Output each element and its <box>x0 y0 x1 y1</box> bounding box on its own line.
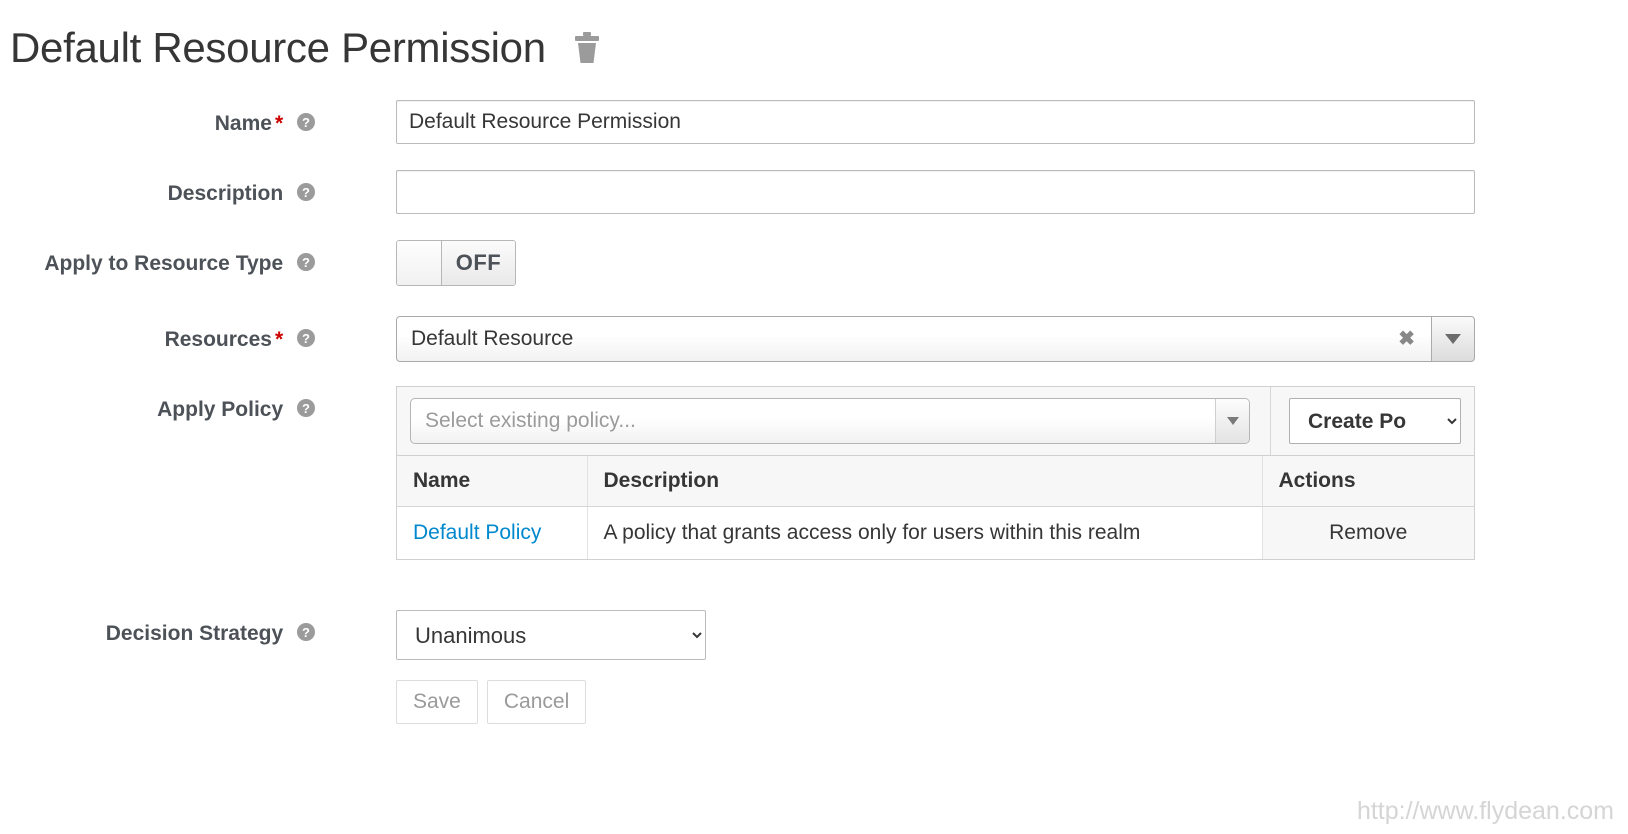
resources-select[interactable]: Default Resource ✖ <box>396 316 1475 362</box>
name-input[interactable] <box>396 100 1475 144</box>
cell-policy-description: A policy that grants access only for use… <box>587 507 1262 560</box>
required-asterisk: * <box>275 112 283 135</box>
svg-text:?: ? <box>302 185 310 200</box>
existing-policy-select[interactable]: Select existing policy... <box>410 398 1250 444</box>
label-resources-text: Resources <box>165 328 272 351</box>
label-apply-policy: Apply Policy ? <box>0 386 330 422</box>
form-actions: Save Cancel <box>0 680 1628 724</box>
resources-select-choice[interactable]: Default Resource ✖ <box>396 316 1431 362</box>
svg-text:?: ? <box>302 401 310 416</box>
form-row-resources: Resources* ? Default Resource ✖ <box>0 316 1628 362</box>
apply-resource-type-toggle[interactable]: OFF <box>396 240 516 286</box>
label-apply-resource-type-text: Apply to Resource Type <box>44 252 283 275</box>
watermark: http://www.flydean.com <box>1357 797 1614 826</box>
existing-policy-placeholder: Select existing policy... <box>425 409 1215 433</box>
form-row-apply-policy: Apply Policy ? Select existing policy...… <box>0 386 1628 560</box>
field-resources: Default Resource ✖ <box>330 316 1628 362</box>
toggle-state-label: OFF <box>442 241 515 285</box>
form-row-name: Name* ? <box>0 100 1628 144</box>
form-row-description: Description ? <box>0 170 1628 214</box>
help-circle-icon[interactable]: ? <box>296 622 316 646</box>
remove-policy-button[interactable]: Remove <box>1262 507 1474 560</box>
toolbar-divider <box>1270 387 1271 455</box>
cell-policy-name: Default Policy <box>397 507 587 560</box>
column-header-description: Description <box>587 456 1262 507</box>
description-input[interactable] <box>396 170 1475 214</box>
label-name: Name* ? <box>0 100 330 136</box>
svg-text:?: ? <box>302 625 310 640</box>
field-description <box>330 170 1628 214</box>
help-circle-icon[interactable]: ? <box>296 328 316 352</box>
page-header: Default Resource Permission <box>0 0 1628 78</box>
create-policy-select[interactable]: Create Po <box>1289 398 1461 444</box>
help-circle-icon[interactable]: ? <box>296 252 316 276</box>
resources-dropdown-button[interactable] <box>1431 316 1475 362</box>
save-button[interactable]: Save <box>396 680 478 724</box>
caret-down-icon <box>1445 334 1461 344</box>
table-header-row: Name Description Actions <box>397 456 1474 507</box>
label-name-text: Name <box>215 112 272 135</box>
form-row-apply-resource-type: Apply to Resource Type ? OFF <box>0 240 1628 290</box>
apply-policy-panel: Select existing policy... Create Po Name <box>396 386 1475 560</box>
policy-link[interactable]: Default Policy <box>413 521 541 544</box>
label-decision-strategy: Decision Strategy ? <box>0 610 330 646</box>
help-circle-icon[interactable]: ? <box>296 112 316 136</box>
decision-strategy-select[interactable]: Unanimous <box>396 610 706 660</box>
help-circle-icon[interactable]: ? <box>296 182 316 206</box>
close-icon[interactable]: ✖ <box>1390 329 1423 349</box>
field-apply-policy: Select existing policy... Create Po Name <box>330 386 1628 560</box>
existing-policy-dropdown-button[interactable] <box>1215 399 1249 443</box>
label-resources: Resources* ? <box>0 316 330 352</box>
toggle-handle <box>397 241 442 285</box>
cancel-button[interactable]: Cancel <box>487 680 586 724</box>
help-circle-icon[interactable]: ? <box>296 398 316 422</box>
caret-down-icon <box>1227 417 1239 425</box>
apply-policy-toolbar: Select existing policy... Create Po <box>397 387 1474 456</box>
field-apply-resource-type: OFF <box>330 240 1628 290</box>
svg-text:?: ? <box>302 255 310 270</box>
policy-table: Name Description Actions Default Policy … <box>397 456 1474 559</box>
trash-icon[interactable] <box>572 31 602 65</box>
resources-selected-value: Default Resource <box>411 327 1390 351</box>
label-apply-resource-type: Apply to Resource Type ? <box>0 240 330 276</box>
field-name <box>330 100 1628 144</box>
svg-text:?: ? <box>302 115 310 130</box>
column-header-actions: Actions <box>1262 456 1474 507</box>
label-decision-strategy-text: Decision Strategy <box>106 622 283 645</box>
svg-text:?: ? <box>302 331 310 346</box>
label-apply-policy-text: Apply Policy <box>157 398 283 421</box>
table-row: Default Policy A policy that grants acce… <box>397 507 1474 560</box>
field-decision-strategy: Unanimous <box>330 610 1628 660</box>
form-row-decision-strategy: Decision Strategy ? Unanimous <box>0 610 1628 660</box>
column-header-name: Name <box>397 456 587 507</box>
label-description-text: Description <box>168 182 284 205</box>
page-title: Default Resource Permission <box>10 27 546 69</box>
label-description: Description ? <box>0 170 330 206</box>
permission-form: Name* ? Description ? Apply to Resource … <box>0 78 1628 724</box>
required-asterisk: * <box>275 328 283 351</box>
